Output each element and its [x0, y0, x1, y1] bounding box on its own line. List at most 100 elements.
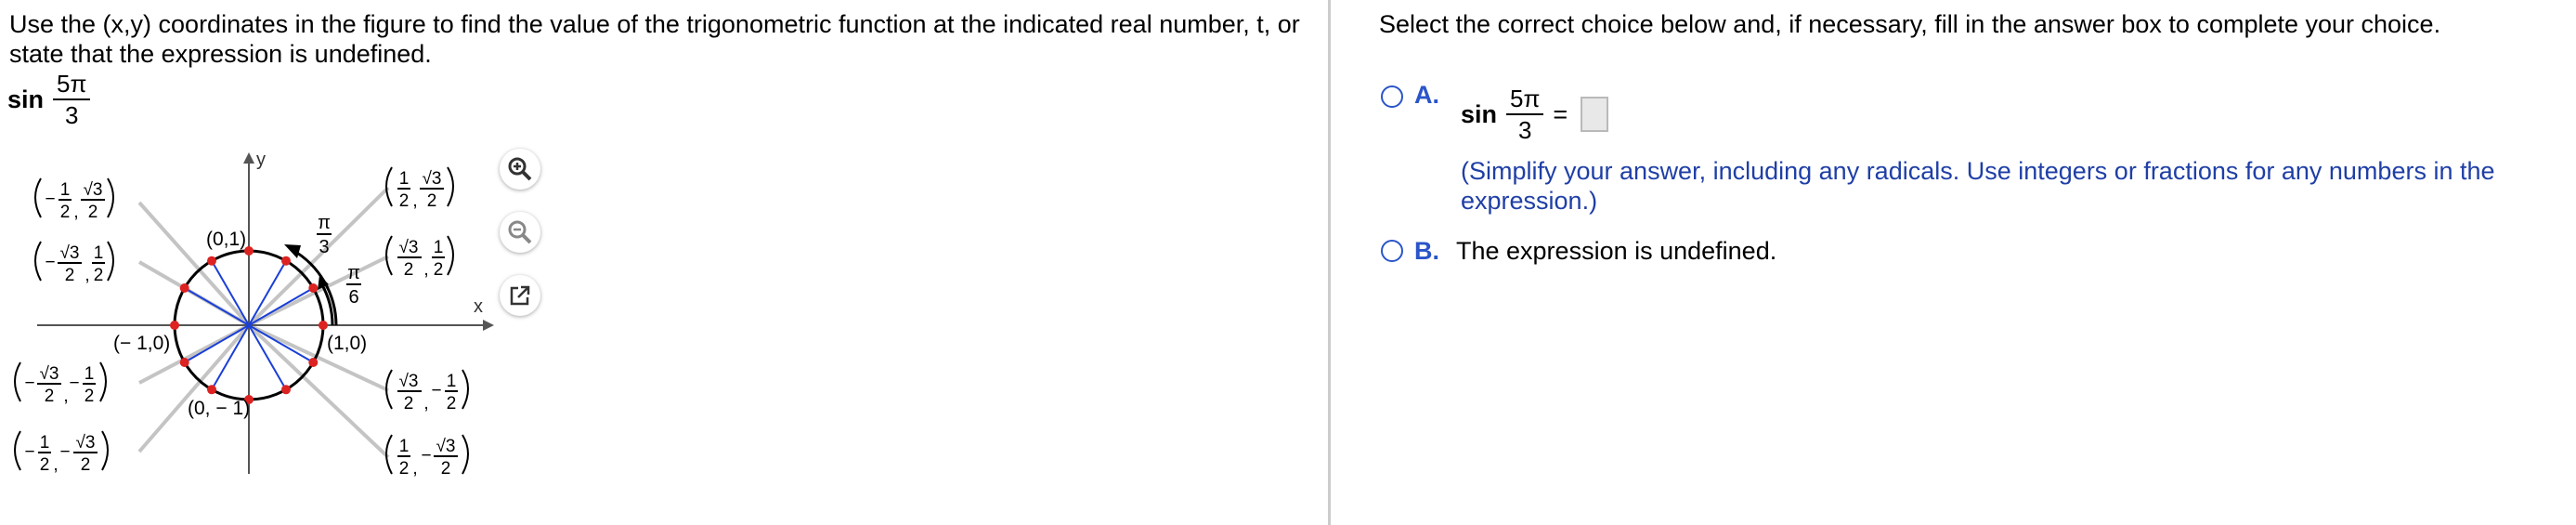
popout-icon	[510, 285, 530, 306]
svg-text:−: −	[431, 381, 441, 400]
svg-text:2: 2	[40, 455, 50, 475]
function-name: sin	[7, 85, 45, 113]
choice-b-radio[interactable]	[1381, 240, 1403, 262]
svg-text:2: 2	[45, 387, 55, 406]
svg-text:1: 1	[60, 180, 71, 200]
svg-text:1: 1	[399, 437, 410, 456]
svg-text:,: ,	[412, 191, 417, 211]
label-5pi-3-coords: 1 2 , − √3 2	[385, 434, 469, 479]
label-11pi-6-coords: √3 2 , − 1 2	[385, 369, 469, 413]
svg-text:2: 2	[404, 260, 414, 280]
label-1-0: (1,0)	[327, 333, 367, 354]
svg-text:2: 2	[399, 191, 410, 211]
label-pi-3-num: π	[318, 213, 331, 233]
svg-text:1: 1	[85, 364, 95, 384]
answer-pane: Select the correct choice below and, if …	[1331, 0, 2576, 525]
svg-text:√3: √3	[84, 180, 103, 200]
svg-text:2: 2	[434, 260, 444, 280]
svg-text:−: −	[24, 442, 34, 462]
svg-text:√3: √3	[60, 243, 80, 263]
choice-a-letter: A.	[1414, 81, 1439, 109]
popout-button[interactable]	[500, 275, 540, 316]
unit-circle-figure: x y (0,1) (1,0) (− 1,0) (0, − 1) π 3 π 6…	[14, 150, 494, 479]
label-4pi-3-coords: − 1 2 , − √3 2	[14, 430, 109, 475]
label-pi-6-num: π	[347, 263, 360, 283]
zoom-in-icon	[508, 157, 532, 181]
choice-a-function: sin	[1461, 99, 1498, 128]
svg-text:1: 1	[434, 238, 444, 257]
choice-a-denominator: 3	[1517, 116, 1532, 144]
choice-b-letter: B.	[1414, 237, 1439, 265]
y-axis-label: y	[256, 150, 266, 170]
svg-text:2: 2	[65, 266, 75, 285]
choice-a[interactable]: A.	[1381, 82, 1439, 108]
label-neg1-0: (− 1,0)	[113, 333, 170, 354]
y-axis-arrow	[243, 152, 254, 164]
zoom-out-icon	[508, 220, 532, 244]
label-5pi-6-coords: − √3 2 , 1 2	[34, 241, 114, 285]
svg-text:1: 1	[40, 433, 50, 453]
svg-text:−: −	[69, 374, 79, 393]
choice-a-fraction: 5π 3	[1506, 84, 1544, 145]
svg-text:,: ,	[423, 394, 428, 413]
t-fraction: 5π 3	[53, 69, 91, 130]
choice-a-expression: sin 5π 3 =	[1461, 84, 1609, 145]
choice-a-radio[interactable]	[1381, 85, 1403, 108]
svg-text:2: 2	[85, 387, 95, 406]
svg-text:1: 1	[399, 169, 410, 189]
label-pi-3-coords: 1 2 , √3 2	[385, 166, 454, 211]
svg-text:,: ,	[53, 455, 58, 475]
svg-text:√3: √3	[76, 433, 96, 453]
trig-expression: sin 5π 3	[7, 69, 91, 130]
label-pi-3-den: 3	[319, 237, 329, 257]
svg-text:2: 2	[447, 394, 457, 413]
svg-text:√3: √3	[423, 169, 442, 189]
svg-text:2: 2	[404, 394, 414, 413]
zoom-out-button[interactable]	[500, 212, 540, 253]
question-text: Use the (x,y) coordinates in the figure …	[9, 10, 1300, 68]
svg-text:−: −	[45, 253, 55, 272]
zoom-in-button[interactable]	[500, 149, 540, 190]
svg-text:1: 1	[94, 243, 104, 263]
svg-text:1: 1	[447, 372, 457, 391]
equals-sign: =	[1553, 99, 1568, 128]
svg-text:2: 2	[81, 455, 91, 475]
svg-text:,: ,	[63, 387, 68, 406]
svg-text:−: −	[421, 446, 431, 466]
svg-text:√3: √3	[399, 238, 419, 257]
guide-line	[248, 323, 389, 392]
choice-b[interactable]: B. The expression is undefined.	[1381, 238, 1776, 264]
guide-line	[247, 323, 390, 459]
label-0-1: (0,1)	[206, 229, 246, 250]
svg-text:2: 2	[427, 191, 437, 211]
svg-text:,: ,	[423, 260, 428, 280]
instruction-text: Select the correct choice below and, if …	[1379, 10, 2441, 38]
label-0-neg1: (0, − 1)	[188, 398, 250, 419]
svg-text:√3: √3	[399, 372, 419, 391]
label-pi-6-coords: √3 2 , 1 2	[385, 235, 454, 280]
label-pi-6-den: 6	[348, 287, 358, 308]
x-axis-arrow	[483, 320, 494, 331]
svg-text:,: ,	[73, 203, 78, 222]
svg-text:2: 2	[94, 266, 104, 285]
svg-text:2: 2	[399, 459, 410, 479]
svg-text:−: −	[45, 190, 55, 209]
label-2pi-3-coords: − 1 2 , √3 2	[34, 177, 114, 222]
svg-text:,: ,	[412, 459, 417, 479]
svg-text:2: 2	[60, 203, 71, 222]
svg-text:−: −	[59, 442, 70, 462]
t-denominator: 3	[64, 101, 79, 129]
svg-text:√3: √3	[40, 364, 59, 384]
choice-b-text: The expression is undefined.	[1456, 237, 1777, 265]
answer-input-box[interactable]	[1581, 97, 1609, 132]
t-numerator: 5π	[57, 70, 87, 98]
label-7pi-6-coords: − √3 2 , − 1 2	[14, 361, 107, 406]
svg-text:2: 2	[88, 203, 98, 222]
answer-hint: (Simplify your answer, including any rad…	[1461, 157, 2495, 215]
guide-line	[137, 201, 251, 327]
svg-text:2: 2	[441, 459, 451, 479]
svg-text:√3: √3	[436, 437, 456, 456]
x-axis-label: x	[474, 296, 483, 317]
svg-text:−: −	[24, 374, 34, 393]
question-pane: Use the (x,y) coordinates in the figure …	[0, 0, 1328, 525]
